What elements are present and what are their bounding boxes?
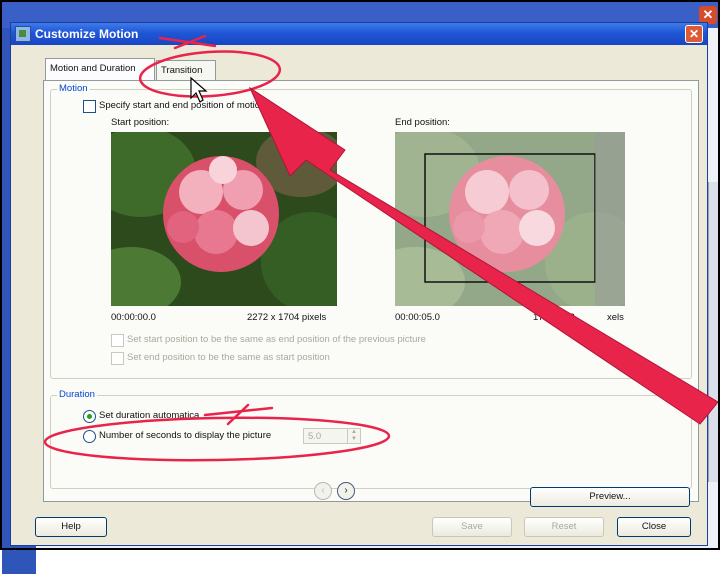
screenshot-border: [0, 0, 720, 550]
